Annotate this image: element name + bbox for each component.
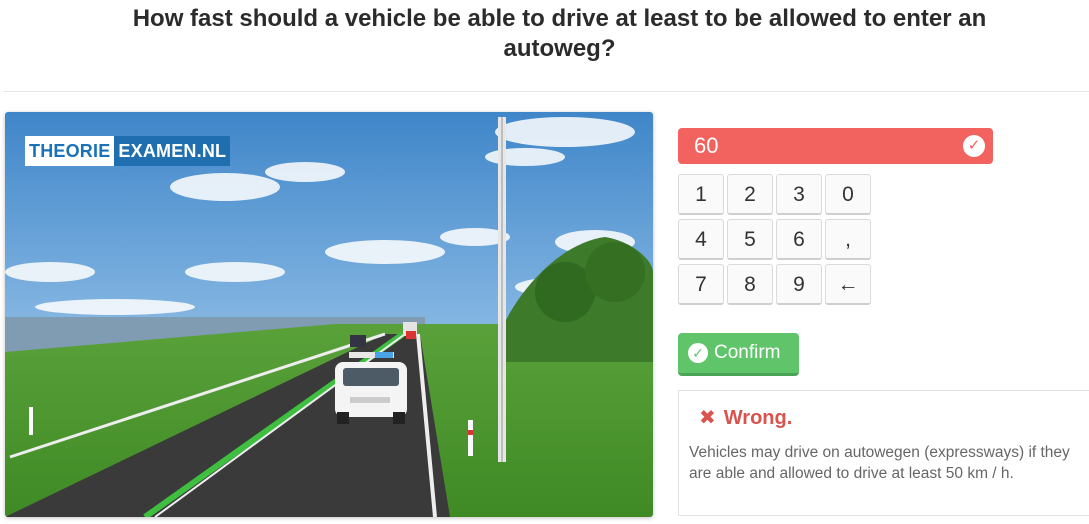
confirm-button[interactable]: ✓ Confirm xyxy=(678,333,799,376)
confirm-label: Confirm xyxy=(714,342,781,363)
check-circle-icon: ✓ xyxy=(963,135,985,157)
question-image: THEORIE EXAMEN.NL xyxy=(5,112,653,517)
check-circle-icon: ✓ xyxy=(688,343,708,363)
key-4[interactable]: 4 xyxy=(678,219,724,260)
road-scene-illustration xyxy=(5,112,653,517)
feedback-heading: ✖ Wrong. xyxy=(699,405,792,430)
header-divider xyxy=(4,91,1089,92)
feedback-title: Wrong. xyxy=(723,407,793,429)
feedback-explanation: Vehicles may drive on autowegen (express… xyxy=(689,444,1070,482)
x-icon: ✖ xyxy=(699,407,716,429)
key-9[interactable]: 9 xyxy=(776,264,822,305)
question-line-1: How fast should a vehicle be able to dri… xyxy=(132,5,987,32)
feedback-panel: ✖ Wrong. Vehicles may drive on autowegen … xyxy=(678,390,1089,516)
key-3[interactable]: 3 xyxy=(776,174,822,215)
question-title: How fast should a vehicle be able to dri… xyxy=(0,4,1089,64)
logo-text-theorie: THEORIE xyxy=(25,136,115,166)
key-6[interactable]: 6 xyxy=(776,219,822,260)
key-5[interactable]: 5 xyxy=(727,219,773,260)
key-comma[interactable]: , xyxy=(825,219,871,260)
key-8[interactable]: 8 xyxy=(727,264,773,305)
car-illustration xyxy=(335,352,407,424)
arrow-left-icon[interactable]: ← xyxy=(825,264,871,305)
answer-value: 60 xyxy=(694,133,719,158)
key-2[interactable]: 2 xyxy=(727,174,773,215)
question-line-2: autoweg? xyxy=(503,35,616,62)
key-1[interactable]: 1 xyxy=(678,174,724,215)
theorie-examen-logo: THEORIE EXAMEN.NL xyxy=(25,136,231,166)
logo-text-examen: EXAMEN.NL xyxy=(114,136,231,166)
answer-input[interactable]: 60 ✓ xyxy=(678,128,993,164)
key-7[interactable]: 7 xyxy=(678,264,724,305)
key-0[interactable]: 0 xyxy=(825,174,871,215)
